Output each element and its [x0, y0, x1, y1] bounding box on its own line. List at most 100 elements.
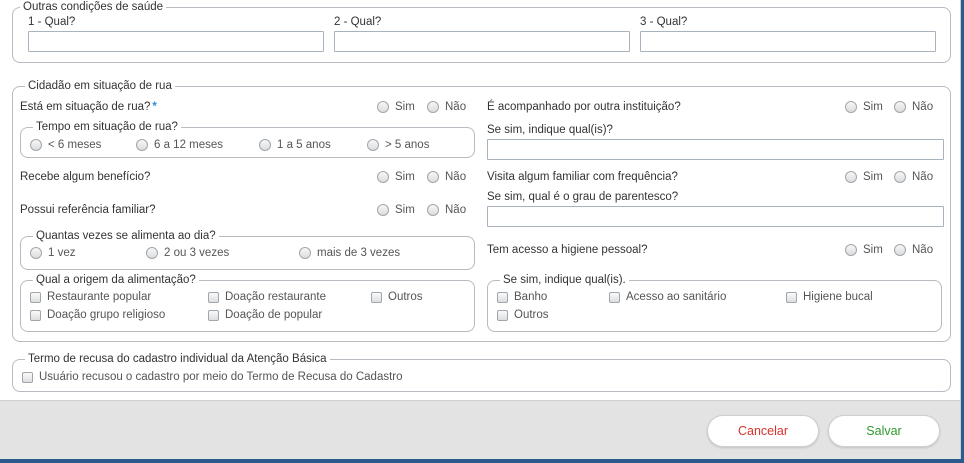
refusal-checkbox[interactable]: Usuário recusou o cadastro por meio do T…	[22, 370, 403, 384]
radio-circle-icon	[259, 139, 271, 151]
required-asterisk: *	[152, 101, 157, 113]
family-reference-yes-radio[interactable]: Sim	[377, 203, 415, 217]
checkbox-label: Acesso ao sanitário	[626, 291, 727, 303]
hygiene-oral-checkbox[interactable]: Higiene bucal	[786, 290, 873, 304]
cancel-button[interactable]: Cancelar	[707, 415, 819, 447]
radio-circle-icon	[845, 101, 857, 113]
action-footer: Cancelar Salvar	[0, 400, 960, 463]
checkbox-label: Doação restaurante	[225, 291, 327, 303]
hygiene-which-legend: Se sim, indique qual(is).	[500, 273, 629, 287]
radio-label: < 6 meses	[48, 139, 102, 151]
radio-circle-icon	[377, 171, 389, 183]
radio-label: 6 a 12 meses	[154, 139, 224, 151]
hygiene-toilet-access-checkbox[interactable]: Acesso ao sanitário	[609, 290, 726, 304]
checkbox-icon	[371, 291, 382, 303]
checkbox-icon	[609, 291, 620, 303]
radio-circle-icon	[427, 171, 439, 183]
radio-circle-icon	[377, 204, 389, 216]
form-page: Outras condições de saúde 1 - Qual? 2 - …	[0, 0, 961, 463]
checkbox-icon	[208, 291, 219, 303]
checkbox-icon	[22, 371, 33, 383]
institution-no-radio[interactable]: Não	[894, 100, 933, 114]
visits-family-yes-radio[interactable]: Sim	[845, 170, 883, 184]
window-frame-bottom	[0, 459, 964, 463]
save-button[interactable]: Salvar	[828, 415, 940, 447]
visits-family-no-radio[interactable]: Não	[894, 170, 933, 184]
meals-per-day-group: Quantas vezes se alimenta ao dia?	[20, 229, 475, 270]
radio-label: Não	[912, 101, 934, 113]
checkbox-icon	[786, 291, 797, 303]
institution-which-input[interactable]	[487, 139, 944, 160]
radio-label: Não	[445, 204, 467, 216]
food-restaurant-donation-checkbox[interactable]: Doação restaurante	[208, 290, 326, 304]
checkbox-icon	[30, 291, 41, 303]
checkbox-label: Outros	[388, 291, 423, 303]
family-reference-label: Possui referência familiar?	[20, 204, 156, 216]
radio-circle-icon	[894, 244, 906, 256]
refusal-legend: Termo de recusa do cadastro individual d…	[25, 352, 330, 366]
checkbox-icon	[208, 309, 219, 321]
time-more-5-years-radio[interactable]: > 5 anos	[367, 138, 429, 152]
street-time-legend: Tempo em situação de rua?	[33, 120, 181, 134]
benefit-label: Recebe algum benefício?	[20, 171, 151, 183]
is-street-label: Está em situação de rua? *	[20, 101, 157, 113]
visits-family-label: Visita algum familiar com frequência?	[487, 171, 678, 183]
family-reference-no-radio[interactable]: Não	[427, 203, 466, 217]
radio-circle-icon	[30, 247, 42, 259]
hygiene-which-group: Se sim, indique qual(is).	[487, 273, 942, 332]
checkbox-icon	[30, 309, 41, 321]
institution-which-label: Se sim, indique qual(is)?	[487, 124, 613, 136]
radio-label: mais de 3 vezes	[317, 247, 401, 259]
hygiene-no-radio[interactable]: Não	[894, 243, 933, 257]
meals-1-radio[interactable]: 1 vez	[30, 246, 76, 260]
radio-label: > 5 anos	[385, 139, 430, 151]
food-religious-group-checkbox[interactable]: Doação grupo religioso	[30, 308, 165, 322]
is-street-yes-radio[interactable]: Sim	[377, 100, 415, 114]
radio-circle-icon	[30, 139, 42, 151]
checkbox-icon	[497, 309, 508, 321]
time-6-12-months-radio[interactable]: 6 a 12 meses	[136, 138, 223, 152]
health-condition-3-input[interactable]	[640, 31, 936, 52]
kinship-input[interactable]	[487, 206, 944, 227]
radio-label: Sim	[395, 204, 415, 216]
health-condition-1-input[interactable]	[28, 31, 324, 52]
kinship-label: Se sim, qual é o grau de parentesco?	[487, 191, 679, 203]
is-street-no-radio[interactable]: Não	[427, 100, 466, 114]
radio-circle-icon	[427, 204, 439, 216]
health-conditions-legend: Outras condições de saúde	[20, 0, 167, 14]
food-popular-restaurant-checkbox[interactable]: Restaurante popular	[30, 290, 151, 304]
checkbox-label: Higiene bucal	[803, 291, 873, 303]
radio-circle-icon	[845, 244, 857, 256]
meals-more-3-radio[interactable]: mais de 3 vezes	[299, 246, 400, 260]
radio-label: 1 vez	[48, 247, 76, 259]
hygiene-bath-checkbox[interactable]: Banho	[497, 290, 547, 304]
radio-label: 2 ou 3 vezes	[164, 247, 230, 259]
radio-circle-icon	[894, 101, 906, 113]
radio-circle-icon	[894, 171, 906, 183]
radio-circle-icon	[299, 247, 311, 259]
institution-yes-radio[interactable]: Sim	[845, 100, 883, 114]
health-condition-2-label: 2 - Qual?	[334, 16, 382, 28]
radio-label: Sim	[863, 171, 883, 183]
meals-2-3-radio[interactable]: 2 ou 3 vezes	[146, 246, 229, 260]
street-situation-legend: Cidadão em situação de rua	[25, 79, 175, 93]
food-popular-donation-checkbox[interactable]: Doação de popular	[208, 308, 322, 322]
checkbox-label: Doação de popular	[225, 309, 323, 321]
checkbox-icon	[497, 291, 508, 303]
time-less-6-months-radio[interactable]: < 6 meses	[30, 138, 101, 152]
radio-circle-icon	[136, 139, 148, 151]
meals-per-day-legend: Quantas vezes se alimenta ao dia?	[33, 229, 219, 243]
radio-label: Não	[445, 101, 467, 113]
hygiene-yes-radio[interactable]: Sim	[845, 243, 883, 257]
checkbox-label: Outros	[514, 309, 549, 321]
hygiene-others-checkbox[interactable]: Outros	[497, 308, 549, 322]
food-origin-group: Qual a origem da alimentação?	[20, 273, 475, 332]
time-1-5-years-radio[interactable]: 1 a 5 anos	[259, 138, 331, 152]
radio-label: Não	[445, 171, 467, 183]
health-condition-2-input[interactable]	[334, 31, 630, 52]
benefit-yes-radio[interactable]: Sim	[377, 170, 415, 184]
food-origin-legend: Qual a origem da alimentação?	[33, 273, 199, 287]
benefit-no-radio[interactable]: Não	[427, 170, 466, 184]
checkbox-label: Banho	[514, 291, 548, 303]
food-others-checkbox[interactable]: Outros	[371, 290, 423, 304]
